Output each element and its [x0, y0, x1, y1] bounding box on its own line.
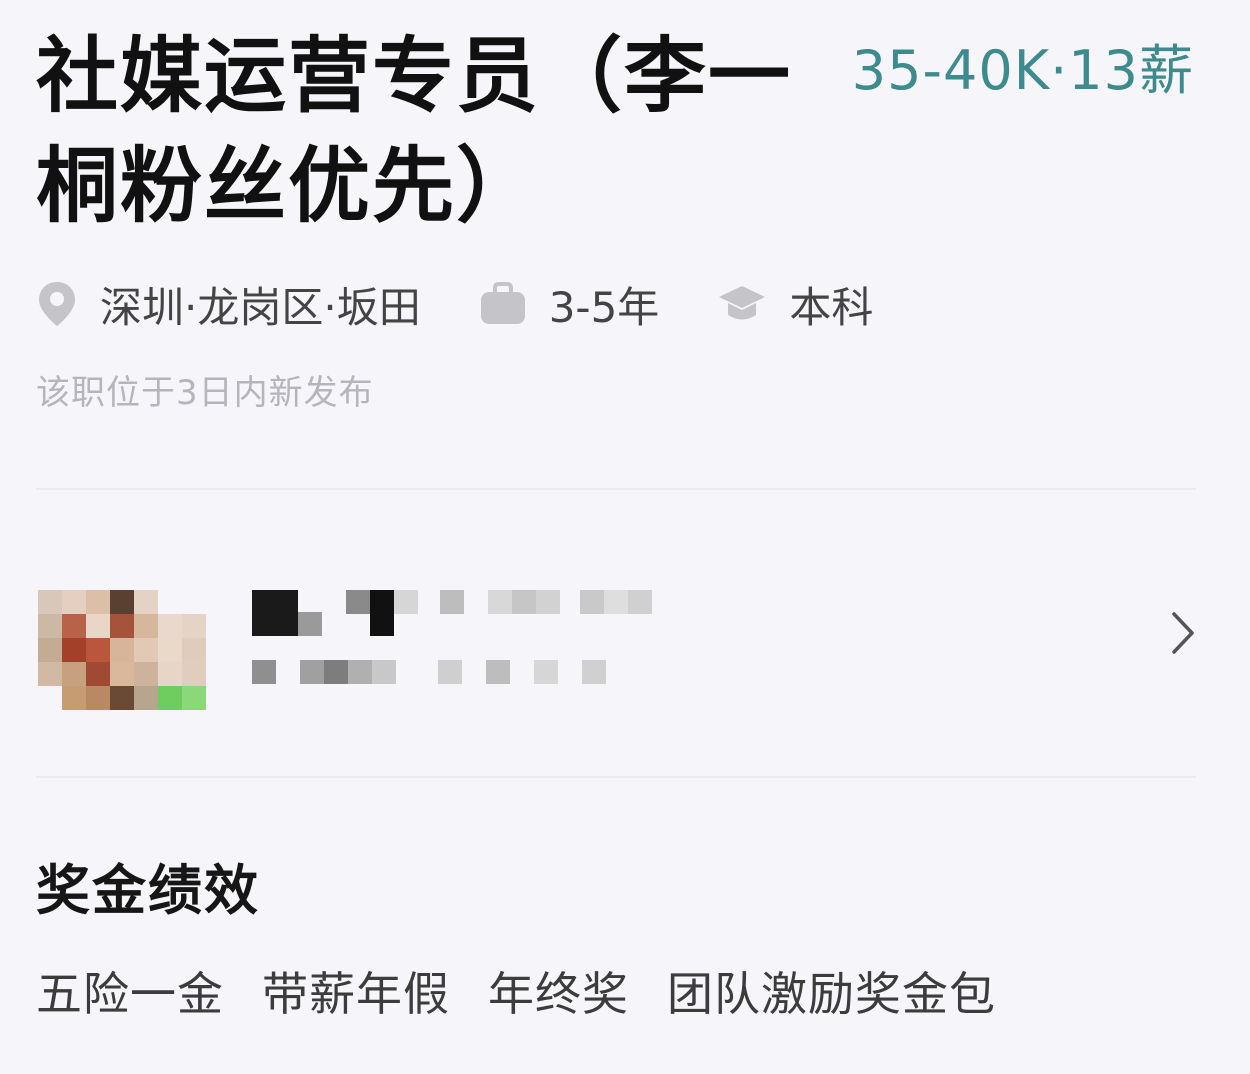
divider-top: [36, 488, 1196, 490]
benefits-tags: 五险一金 带薪年假 年终奖 团队激励奖金包: [36, 962, 1034, 1026]
experience-item: 3-5年: [479, 274, 660, 335]
job-title-line-1: 社媒运营专员（李一: [36, 29, 793, 124]
posted-note: 该职位于3日内新发布: [36, 373, 374, 413]
experience-text: 3-5年: [548, 282, 660, 332]
benefit-tag: 团队激励奖金包: [667, 967, 996, 1021]
benefits-section-title: 奖金绩效: [36, 859, 260, 922]
chevron-right-icon[interactable]: [1168, 610, 1198, 656]
job-detail-page: 社媒运营专员（李一 桐粉丝优先） 35-40K·13薪 深圳·龙岗区·坂田 3-…: [0, 0, 1250, 1074]
location-pin-icon: [39, 282, 75, 326]
recruiter-name: [252, 590, 652, 636]
recruiter-card[interactable]: [0, 560, 1250, 730]
benefit-tag: 五险一金: [36, 967, 224, 1021]
location-text: 深圳·龙岗区·坂田: [100, 282, 421, 332]
job-title-line-2: 桐粉丝优先）: [36, 139, 541, 234]
recruiter-title: [252, 660, 606, 684]
location-item: 深圳·龙岗区·坂田: [36, 274, 421, 335]
job-title: 社媒运营专员（李一 桐粉丝优先）: [36, 22, 796, 242]
recruiter-avatar: [38, 590, 206, 710]
graduation-cap-icon: [719, 286, 766, 320]
benefit-tag: 带薪年假: [262, 967, 450, 1021]
benefit-tag: 年终奖: [488, 967, 629, 1021]
divider-bottom: [36, 776, 1196, 778]
education-item: 本科: [717, 274, 873, 335]
job-meta-row: 深圳·龙岗区·坂田 3-5年 本科: [36, 274, 931, 334]
briefcase-icon: [480, 282, 525, 324]
education-text: 本科: [789, 282, 874, 332]
salary-label: 35-40K·13薪: [851, 39, 1194, 102]
